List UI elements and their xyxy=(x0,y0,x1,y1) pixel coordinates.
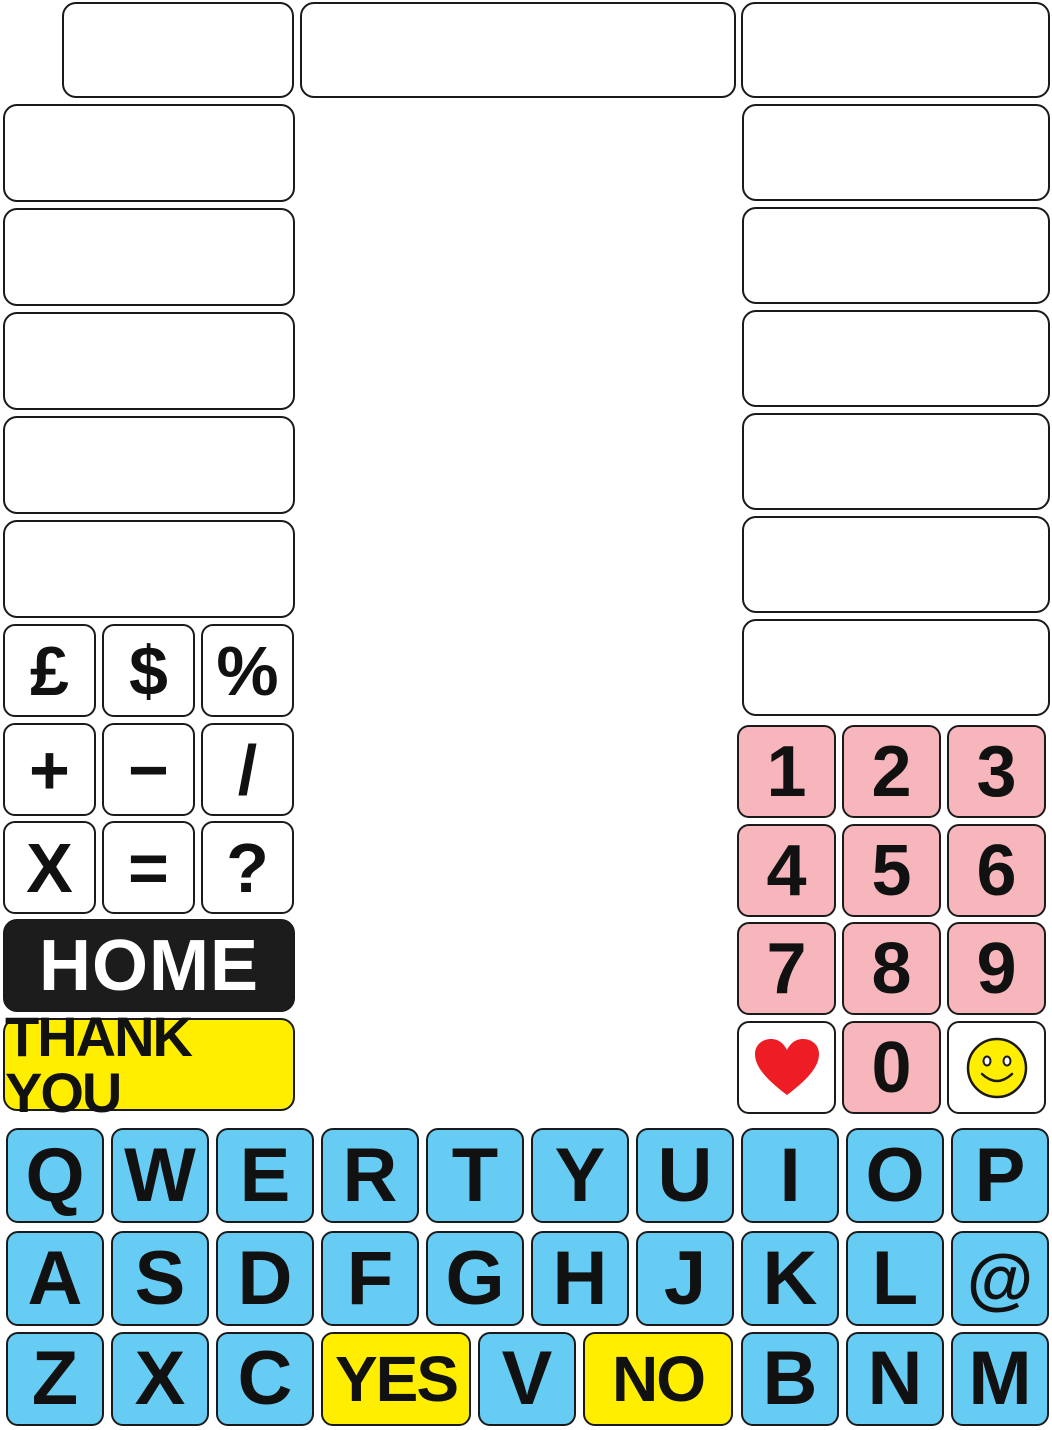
key-b[interactable]: B xyxy=(741,1332,839,1426)
divide-key[interactable]: / xyxy=(201,723,294,816)
smiley-key[interactable] xyxy=(947,1021,1046,1114)
key-h[interactable]: H xyxy=(531,1231,629,1326)
key-k[interactable]: K xyxy=(741,1231,839,1326)
number-key-3[interactable]: 3 xyxy=(947,725,1046,818)
header-box-center[interactable] xyxy=(300,2,736,98)
left-box-4[interactable] xyxy=(3,416,295,514)
key-q[interactable]: Q xyxy=(6,1128,104,1223)
key-f[interactable]: F xyxy=(321,1231,419,1326)
key-w[interactable]: W xyxy=(111,1128,209,1223)
left-box-5[interactable] xyxy=(3,520,295,618)
home-button[interactable]: HOME xyxy=(3,919,295,1012)
key-m[interactable]: M xyxy=(951,1332,1049,1426)
key-t[interactable]: T xyxy=(426,1128,524,1223)
key-s[interactable]: S xyxy=(111,1231,209,1326)
number-key-6[interactable]: 6 xyxy=(947,824,1046,917)
smiley-icon xyxy=(966,1037,1027,1098)
right-box-6[interactable] xyxy=(742,619,1050,716)
heart-icon xyxy=(754,1038,819,1095)
key-j[interactable]: J xyxy=(636,1231,734,1326)
key-z[interactable]: Z xyxy=(6,1332,104,1426)
key-r[interactable]: R xyxy=(321,1128,419,1223)
equals-key[interactable]: = xyxy=(102,821,195,914)
multiply-key[interactable]: X xyxy=(3,821,96,914)
number-key-4[interactable]: 4 xyxy=(737,824,836,917)
key-x[interactable]: X xyxy=(111,1332,209,1426)
no-button[interactable]: NO xyxy=(583,1332,733,1426)
key-u[interactable]: U xyxy=(636,1128,734,1223)
percent-key[interactable]: % xyxy=(201,624,294,717)
key-g[interactable]: G xyxy=(426,1231,524,1326)
number-key-9[interactable]: 9 xyxy=(947,922,1046,1015)
key-a[interactable]: A xyxy=(6,1231,104,1326)
header-box-left[interactable] xyxy=(62,2,294,98)
key-e[interactable]: E xyxy=(216,1128,314,1223)
thank-you-button[interactable]: THANK YOU xyxy=(3,1008,295,1120)
right-box-5[interactable] xyxy=(742,516,1050,613)
right-box-3[interactable] xyxy=(742,310,1050,407)
key-l[interactable]: L xyxy=(846,1231,944,1326)
right-box-4[interactable] xyxy=(742,413,1050,510)
number-key-2[interactable]: 2 xyxy=(842,725,941,818)
question-key[interactable]: ? xyxy=(201,821,294,914)
dollar-key[interactable]: $ xyxy=(102,624,195,717)
key-v[interactable]: V xyxy=(478,1332,576,1426)
plus-key[interactable]: + xyxy=(3,723,96,816)
minus-key[interactable]: − xyxy=(102,723,195,816)
number-key-0[interactable]: 0 xyxy=(842,1021,941,1114)
right-box-1[interactable] xyxy=(742,104,1050,201)
heart-key[interactable] xyxy=(737,1021,836,1114)
yes-button[interactable]: YES xyxy=(321,1332,471,1426)
key-d[interactable]: D xyxy=(216,1231,314,1326)
number-key-7[interactable]: 7 xyxy=(737,922,836,1015)
key-o[interactable]: O xyxy=(846,1128,944,1223)
left-box-3[interactable] xyxy=(3,312,295,410)
left-box-2[interactable] xyxy=(3,208,295,306)
key-c[interactable]: C xyxy=(216,1332,314,1426)
key-at[interactable]: @ xyxy=(951,1231,1049,1326)
number-key-1[interactable]: 1 xyxy=(737,725,836,818)
left-box-1[interactable] xyxy=(3,104,295,202)
right-box-2[interactable] xyxy=(742,207,1050,304)
number-key-5[interactable]: 5 xyxy=(842,824,941,917)
key-i[interactable]: I xyxy=(741,1128,839,1223)
number-key-8[interactable]: 8 xyxy=(842,922,941,1015)
key-p[interactable]: P xyxy=(951,1128,1049,1223)
pound-key[interactable]: £ xyxy=(3,624,96,717)
header-box-right[interactable] xyxy=(741,2,1050,98)
key-n[interactable]: N xyxy=(846,1332,944,1426)
key-y[interactable]: Y xyxy=(531,1128,629,1223)
